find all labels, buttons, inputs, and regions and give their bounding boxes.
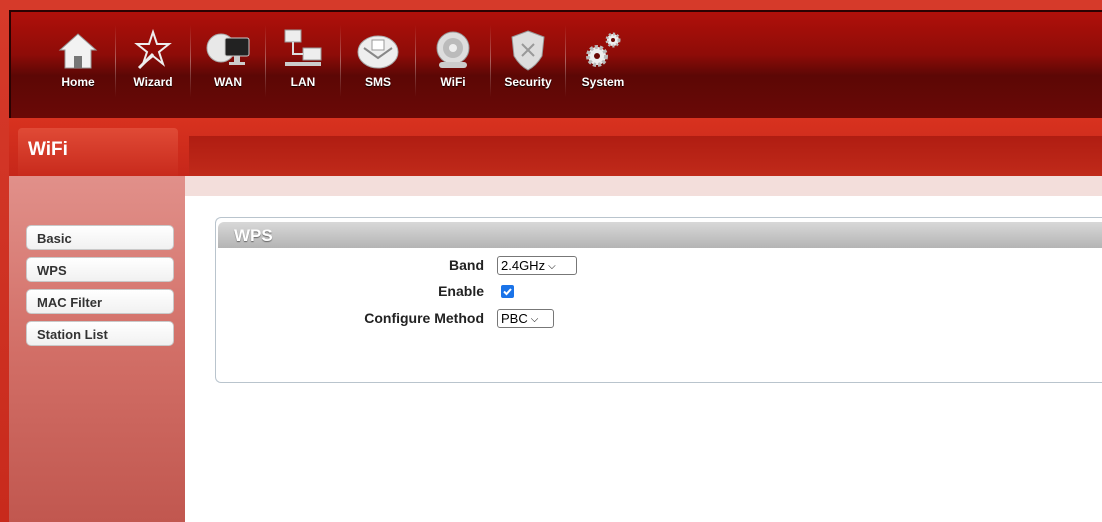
nav-wifi-label: WiFi	[440, 75, 466, 89]
wizard-icon	[130, 27, 176, 73]
security-icon	[505, 27, 551, 73]
nav-system[interactable]: System	[566, 21, 640, 101]
wifi-icon	[430, 27, 476, 73]
nav-wizard-label: Wizard	[133, 75, 173, 89]
nav-system-label: System	[581, 75, 625, 89]
nav-sms-label: SMS	[364, 75, 391, 89]
section-title-tab: WiFi	[18, 128, 178, 176]
nav-lan[interactable]: LAN	[266, 21, 340, 101]
checkmark-icon	[503, 288, 512, 296]
sms-icon	[355, 27, 401, 73]
nav-wifi[interactable]: WiFi	[416, 21, 490, 101]
enable-checkbox[interactable]	[501, 285, 514, 298]
sidebar-item-wps[interactable]: WPS	[26, 257, 174, 282]
nav-lan-label: LAN	[290, 75, 316, 89]
nav-wan-label: WAN	[214, 75, 242, 89]
configure-method-select[interactable]: PBC ⌵	[497, 309, 554, 328]
nav-security-label: Security	[504, 75, 552, 89]
wan-icon	[205, 27, 251, 73]
nav-home[interactable]: Home	[41, 21, 115, 101]
nav-home-label: Home	[61, 75, 95, 89]
home-icon	[55, 27, 101, 73]
wps-panel-header: WPS	[218, 222, 1102, 248]
chevron-down-icon: ⌵	[530, 314, 539, 325]
band-select-value: 2.4GHz	[501, 258, 546, 273]
sidebar-nav: Basic WPS MAC Filter Station List	[26, 225, 174, 353]
section-title: WiFi	[28, 139, 68, 160]
nav-wan[interactable]: WAN	[191, 21, 265, 101]
wps-panel-title: WPS	[234, 226, 273, 245]
sidebar-item-station-list[interactable]: Station List	[26, 321, 174, 346]
enable-label: Enable	[438, 283, 484, 299]
nav-security[interactable]: Security	[491, 21, 565, 101]
nav-sms[interactable]: SMS	[341, 21, 415, 101]
top-navigation-bar: Home Wizard WAN LAN SMS WiFi Security Sy…	[9, 10, 1102, 118]
band-label: Band	[449, 257, 484, 273]
lan-icon	[280, 27, 326, 73]
band-select[interactable]: 2.4GHz ⌵	[497, 256, 577, 275]
system-icon	[580, 27, 626, 73]
sidebar-item-mac-filter[interactable]: MAC Filter	[26, 289, 174, 314]
configure-method-label: Configure Method	[364, 310, 484, 326]
header-stripe	[189, 136, 1102, 176]
sidebar-item-basic[interactable]: Basic	[26, 225, 174, 250]
chevron-down-icon: ⌵	[548, 261, 556, 272]
nav-wizard[interactable]: Wizard	[116, 21, 190, 101]
configure-method-value: PBC	[501, 311, 528, 326]
